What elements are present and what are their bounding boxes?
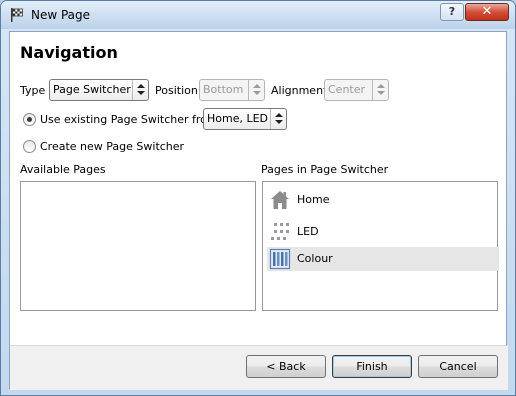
alignment-select-value: Center bbox=[328, 83, 366, 96]
title-bar[interactable]: New Page ? ✕ bbox=[1, 1, 515, 29]
available-pages-label: Available Pages bbox=[20, 163, 106, 176]
spinner-arrows-icon bbox=[270, 109, 286, 129]
alignment-select[interactable]: Center bbox=[324, 79, 389, 101]
colour-bars-icon bbox=[269, 248, 291, 270]
position-select[interactable]: Bottom bbox=[199, 79, 265, 101]
spinner-arrows-icon bbox=[248, 80, 264, 100]
cancel-button[interactable]: Cancel bbox=[418, 355, 498, 378]
help-button[interactable]: ? bbox=[440, 3, 464, 21]
use-existing-label[interactable]: Use existing Page Switcher from bbox=[40, 113, 218, 126]
spinner-arrows-icon bbox=[372, 80, 388, 100]
led-dots-icon bbox=[271, 223, 289, 240]
home-icon bbox=[271, 191, 289, 209]
switcher-pages-list[interactable]: Home LED Colour bbox=[262, 181, 499, 311]
existing-switcher-value: Home, LED bbox=[207, 112, 269, 125]
create-new-label[interactable]: Create new Page Switcher bbox=[40, 140, 184, 153]
list-item[interactable]: Home bbox=[267, 188, 499, 212]
use-existing-radio[interactable] bbox=[23, 113, 36, 126]
position-select-value: Bottom bbox=[203, 83, 244, 96]
list-item-label: Home bbox=[297, 193, 330, 206]
back-button[interactable]: < Back bbox=[246, 355, 326, 378]
close-button[interactable]: ✕ bbox=[465, 3, 509, 21]
finish-button[interactable]: Finish bbox=[332, 355, 412, 378]
page-title: Navigation bbox=[20, 43, 118, 62]
spinner-arrows-icon bbox=[132, 80, 148, 100]
position-label: Position bbox=[155, 84, 198, 97]
existing-switcher-select[interactable]: Home, LED bbox=[203, 108, 287, 130]
app-flag-icon bbox=[11, 8, 23, 22]
dialog-content: Navigation Type Page Switcher Position B… bbox=[9, 31, 508, 390]
list-item-label: LED bbox=[297, 225, 319, 238]
window-title: New Page bbox=[31, 8, 91, 22]
button-bar: < Back Finish Cancel bbox=[10, 346, 508, 390]
list-item-label: Colour bbox=[297, 252, 333, 265]
dialog-window: New Page ? ✕ Navigation Type Page Switch… bbox=[0, 0, 516, 396]
available-pages-list[interactable] bbox=[20, 181, 256, 311]
type-select-value: Page Switcher bbox=[53, 83, 131, 96]
list-item[interactable]: Colour bbox=[267, 247, 499, 271]
type-select[interactable]: Page Switcher bbox=[49, 79, 149, 101]
create-new-radio[interactable] bbox=[23, 140, 36, 153]
type-label: Type bbox=[20, 84, 46, 97]
alignment-label: Alignment bbox=[271, 84, 328, 97]
switcher-pages-label: Pages in Page Switcher bbox=[261, 163, 389, 176]
list-item[interactable]: LED bbox=[267, 220, 499, 244]
